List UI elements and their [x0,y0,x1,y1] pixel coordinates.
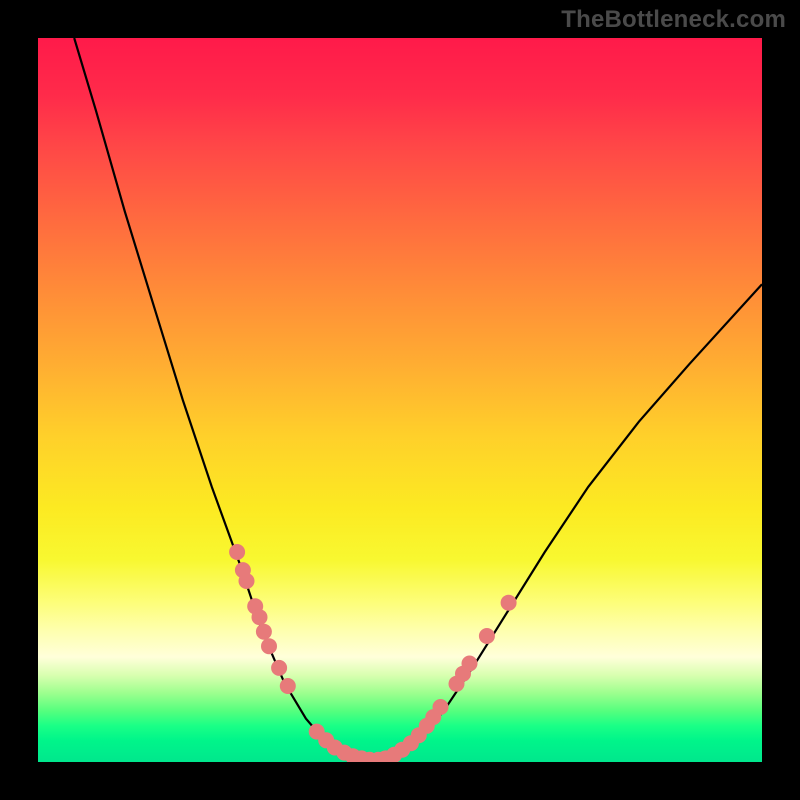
bottleneck-curve-layer [38,38,762,762]
chart-frame: TheBottleneck.com [0,0,800,800]
data-marker [271,660,287,676]
plot-area [38,38,762,762]
data-marker [239,573,255,589]
data-marker [462,656,478,672]
data-marker [280,678,296,694]
data-marker [479,628,495,644]
data-marker [252,609,268,625]
data-marker [501,595,517,611]
curve-path [74,38,762,761]
data-marker [256,624,272,640]
data-marker [433,699,449,715]
data-marker [261,638,277,654]
data-markers [229,544,516,762]
watermark-text: TheBottleneck.com [561,6,786,34]
data-marker [229,544,245,560]
